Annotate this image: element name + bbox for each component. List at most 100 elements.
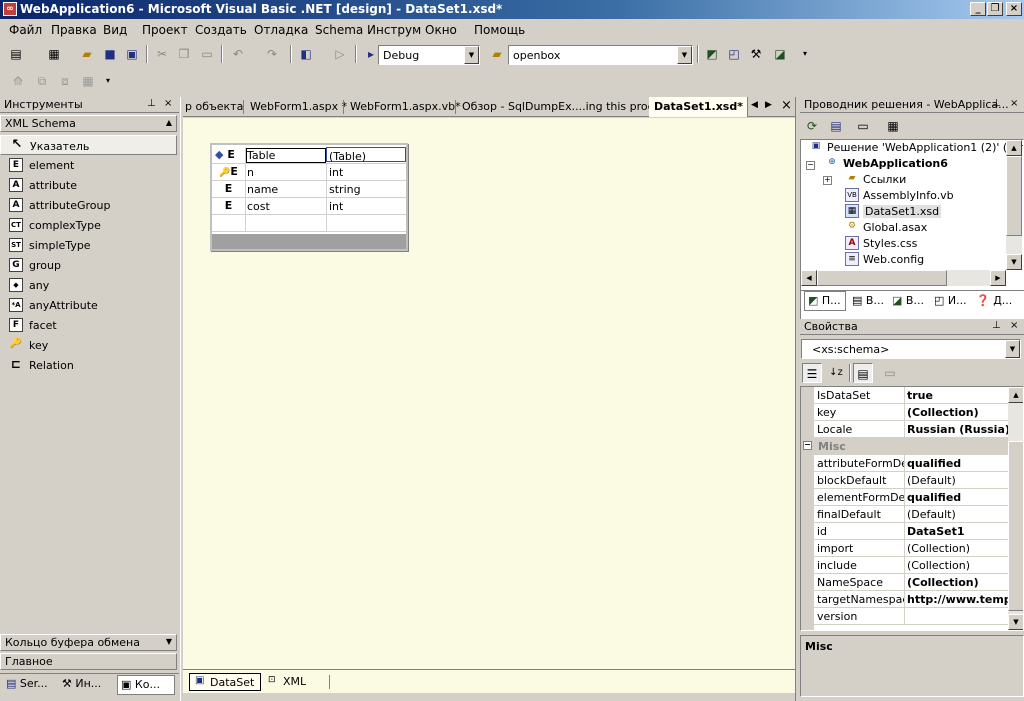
- toolbar-options-icon[interactable]: ▾: [98, 71, 118, 91]
- collapse-icon[interactable]: −: [806, 161, 815, 170]
- copy-icon[interactable]: ❐: [174, 44, 194, 64]
- menu-window[interactable]: Окно: [425, 23, 457, 37]
- scroll-up-icon[interactable]: ▲: [1008, 387, 1023, 403]
- open-folder-icon[interactable]: ▰: [77, 44, 97, 64]
- minimize-button[interactable]: _: [970, 2, 986, 16]
- add-item-icon[interactable]: ▦: [44, 44, 64, 64]
- field-name-cell[interactable]: name: [247, 183, 325, 196]
- close-icon[interactable]: ×: [164, 98, 172, 109]
- toolbox-item-simpletype[interactable]: ST simpleType: [0, 235, 179, 255]
- redo-icon[interactable]: ↷: [262, 44, 282, 64]
- menu-help[interactable]: Помощь: [474, 23, 525, 37]
- table-name-cell[interactable]: Table: [246, 148, 326, 163]
- scroll-down-icon[interactable]: ▼: [1008, 614, 1023, 630]
- toolbox-item-pointer[interactable]: ↖ Указатель: [0, 135, 177, 155]
- restore-button[interactable]: ❐: [987, 2, 1003, 16]
- tab-xml-view[interactable]: ⊡ XML: [263, 673, 312, 691]
- property-value[interactable]: (Collection): [907, 576, 1009, 589]
- close-button[interactable]: ×: [1006, 2, 1022, 16]
- close-icon[interactable]: ×: [1010, 320, 1018, 331]
- property-value[interactable]: true: [907, 389, 1009, 402]
- tab-dataset-view[interactable]: ▣ DataSet: [189, 673, 262, 691]
- schema-tool-1-icon[interactable]: ⟰: [8, 71, 28, 91]
- property-value[interactable]: DataSet1: [907, 525, 1009, 538]
- tab-browser[interactable]: Обзор - SqlDumpEx....ing this process.: [462, 100, 675, 113]
- property-pages-icon[interactable]: ▭: [880, 363, 900, 383]
- paste-icon[interactable]: ▭: [197, 44, 217, 64]
- menu-project[interactable]: Проект: [142, 23, 188, 37]
- properties-icon[interactable]: ◰: [724, 44, 744, 64]
- property-row[interactable]: blockDefault (Default): [814, 472, 1009, 489]
- property-row[interactable]: import (Collection): [814, 540, 1009, 557]
- property-row[interactable]: finalDefault (Default): [814, 506, 1009, 523]
- property-row[interactable]: targetNamespacehttp://www.temp: [814, 591, 1009, 608]
- tab-object-browser[interactable]: р объекта: [185, 100, 243, 113]
- property-value[interactable]: (Collection): [907, 406, 1009, 419]
- solution-explorer-icon[interactable]: ◩: [702, 44, 722, 64]
- schema-tool-3-icon[interactable]: ⧈: [55, 71, 75, 91]
- property-value[interactable]: http://www.temp: [907, 593, 1009, 606]
- chevron-down-icon[interactable]: ▼: [1005, 340, 1020, 358]
- property-row[interactable]: IsDataSet true: [814, 387, 1009, 404]
- property-row[interactable]: Locale Russian (Russia): [814, 421, 1009, 438]
- object-selector[interactable]: <xs:schema> ▼: [801, 339, 1021, 359]
- property-value[interactable]: (Default): [907, 508, 1009, 521]
- expand-icon[interactable]: +: [823, 176, 832, 185]
- toolbox-item-relation[interactable]: ⊏ Relation: [0, 355, 179, 375]
- chevron-up-icon[interactable]: ▲: [162, 116, 176, 131]
- close-icon[interactable]: ×: [781, 98, 792, 113]
- pin-icon[interactable]: ⊥: [147, 98, 156, 109]
- cut-icon[interactable]: ✂: [152, 44, 172, 64]
- view-designer-icon[interactable]: ▦: [883, 116, 903, 136]
- schema-row[interactable]: E cost int: [212, 198, 406, 215]
- menu-debug[interactable]: Отладка: [254, 23, 308, 37]
- toolbox-category-general[interactable]: Главное: [0, 653, 177, 670]
- refresh-icon[interactable]: ⟳: [802, 116, 822, 136]
- toolbox-item-facet[interactable]: F facet: [0, 315, 179, 335]
- property-row[interactable]: include (Collection): [814, 557, 1009, 574]
- tab-class-view[interactable]: ▤ В...: [852, 294, 884, 307]
- collapse-icon[interactable]: −: [803, 441, 812, 450]
- scroll-thumb[interactable]: [817, 270, 947, 286]
- chevron-down-icon[interactable]: ▼: [677, 46, 692, 64]
- tab-scroll-left-icon[interactable]: ◀: [751, 100, 758, 110]
- navigate-back-icon[interactable]: ◧: [296, 44, 316, 64]
- toolbox-category-xml-schema[interactable]: XML Schema ▲: [0, 115, 177, 132]
- tab-resource-view[interactable]: ◪ В...: [892, 294, 924, 307]
- find-combo[interactable]: openbox ▼: [508, 45, 693, 65]
- close-icon[interactable]: ×: [1010, 98, 1018, 109]
- tab-class-view[interactable]: ▣ Ко...: [117, 675, 175, 695]
- tab-webform-vb[interactable]: WebForm1.aspx.vb*: [350, 100, 461, 113]
- property-value[interactable]: (Collection): [907, 559, 1009, 572]
- schema-row[interactable]: 🔑E n int: [212, 164, 406, 181]
- toolbox-icon[interactable]: ⚒: [746, 44, 766, 64]
- property-category-misc[interactable]: − Misc: [801, 438, 1009, 455]
- toolbox-category-clipboard[interactable]: Кольцо буфера обмена ▼: [0, 634, 177, 651]
- pin-icon[interactable]: ⊥: [992, 320, 1001, 331]
- toolbar-options-icon[interactable]: ▾: [795, 44, 815, 64]
- property-row[interactable]: NameSpace (Collection): [814, 574, 1009, 591]
- tab-dynamic-help[interactable]: ❓ Д...: [976, 294, 1012, 307]
- pin-icon[interactable]: ⊥: [992, 98, 1001, 109]
- scroll-up-icon[interactable]: ▲: [1006, 140, 1022, 156]
- tab-solution-explorer[interactable]: ◩ П...: [804, 291, 846, 311]
- field-name-cell[interactable]: cost: [247, 200, 325, 213]
- toolbox-item-element[interactable]: E element: [0, 155, 179, 175]
- categorized-icon[interactable]: ☰: [802, 363, 822, 383]
- property-row[interactable]: id DataSet1: [814, 523, 1009, 540]
- scroll-thumb[interactable]: [1008, 441, 1023, 611]
- schema-new-row[interactable]: [212, 215, 406, 232]
- tab-dataset-xsd[interactable]: DataSet1.xsd*: [649, 97, 748, 117]
- schema-tool-4-icon[interactable]: ▦: [78, 71, 98, 91]
- properties-vscroll[interactable]: ▲ ▼: [1008, 387, 1023, 630]
- field-type-cell[interactable]: int: [326, 198, 406, 214]
- save-icon[interactable]: ■: [100, 44, 120, 64]
- schema-row[interactable]: E name string: [212, 181, 406, 198]
- scroll-down-icon[interactable]: ▼: [1006, 254, 1022, 270]
- alphabetical-icon[interactable]: ↓z: [826, 363, 846, 383]
- new-project-icon[interactable]: ▤: [6, 44, 26, 64]
- property-grid[interactable]: IsDataSet true key (Collection) Locale Russ…: [800, 386, 1024, 631]
- property-row[interactable]: key (Collection): [814, 404, 1009, 421]
- property-value[interactable]: (Collection): [907, 542, 1009, 555]
- undo-icon[interactable]: ↶: [228, 44, 248, 64]
